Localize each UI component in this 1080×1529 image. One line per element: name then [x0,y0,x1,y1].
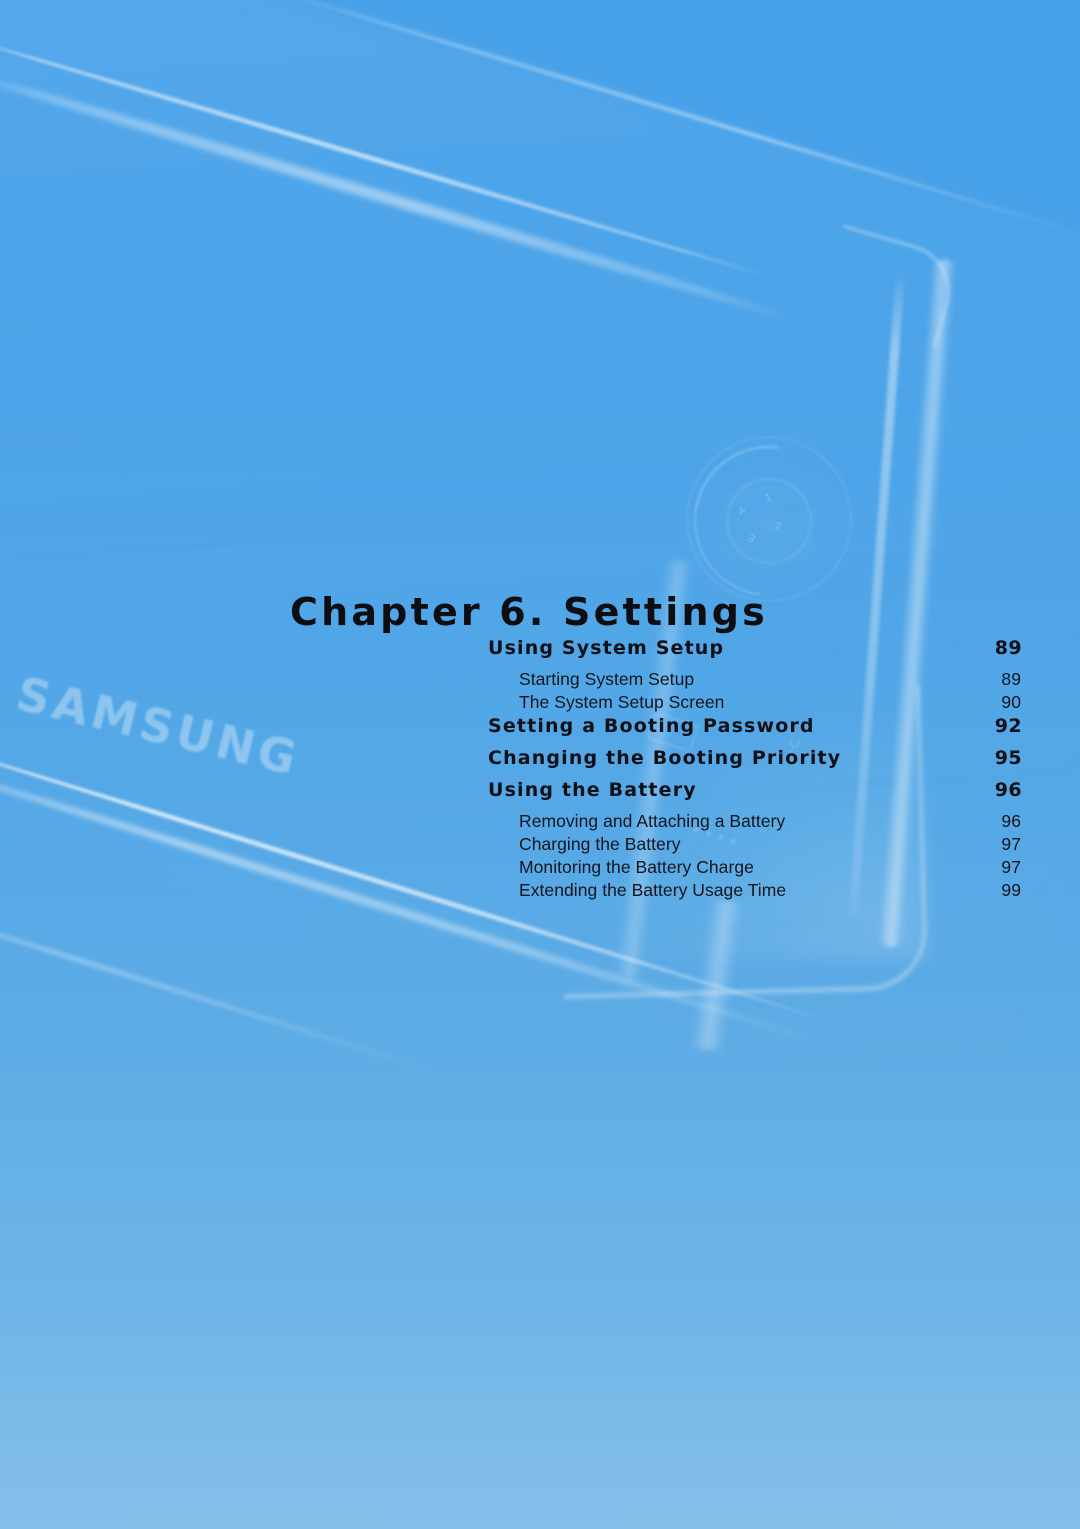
toc-entry-main[interactable]: Using System Setup 89 [488,637,1022,669]
ring-mark-2: 2 [773,520,783,534]
laptop-lid-secondary-edge [238,0,1080,242]
laptop-lid-edge-highlight [0,28,784,283]
toc-entry-sub[interactable]: Extending the Battery Usage Time 99 [488,880,1022,903]
toc-entry-sub[interactable]: Starting System Setup 89 [488,669,1022,692]
toc-entry-label: The System Setup Screen [519,692,725,712]
toc-entry-page-number: 99 [1001,880,1021,900]
toc-entry-page-number: 97 [1001,834,1021,854]
toc-entry-page-number: 89 [1001,669,1021,689]
laptop-body-panel [0,0,1080,1117]
speaker-ring-outer-icon [686,436,852,602]
laptop-lower-highlight-band [689,898,745,1052]
toc-entry-page-number: 96 [1001,811,1021,831]
toc-entry-label: Setting a Booting Password [488,715,815,737]
toc-entry-page-number: 92 [994,715,1022,737]
toc-entry-main[interactable]: Setting a Booting Password 92 [488,715,1022,747]
toc-entry-main[interactable]: Changing the Booting Priority 95 [488,747,1022,779]
speaker-ring-inner-icon [726,478,812,564]
toc-entry-page-number: 89 [994,637,1022,659]
ring-mark-1: 1 [763,491,773,505]
toc-entry-page-number: 90 [1001,692,1021,712]
toc-entry-label: Extending the Battery Usage Time [519,880,787,900]
toc-entry-label: Removing and Attaching a Battery [519,811,786,831]
samsung-watermark: SAMSUNG [11,666,306,787]
toc-entry-label: Monitoring the Battery Charge [519,857,754,877]
ring-mark-3: 3 [745,532,757,546]
toc-entry-sub[interactable]: The System Setup Screen 90 [488,692,1022,715]
toc-entry-page-number: 97 [1001,857,1021,877]
toc-entry-label: Charging the Battery [519,834,681,854]
toc-entry-label: Starting System Setup [519,669,695,689]
toc-entry-label: Changing the Booting Priority [488,747,842,769]
toc-entry-label: Using the Battery [488,779,697,801]
toc-entry-sub[interactable]: Charging the Battery 97 [488,834,1022,857]
toc-entry-page-number: 96 [994,779,1022,801]
laptop-base-lower-edge [0,905,445,1077]
toc-entry-sub[interactable]: Removing and Attaching a Battery 96 [488,811,1022,834]
ring-mark-4: 4 [735,504,749,518]
page-title: Chapter 6. Settings [290,590,768,635]
toc-entry-main[interactable]: Using the Battery 96 [488,779,1022,811]
toc-entry-sub[interactable]: Monitoring the Battery Charge 97 [488,857,1022,880]
toc-entry-label: Using System Setup [488,637,725,659]
toc-entry-page-number: 95 [994,747,1022,769]
laptop-lid-edge-glow [0,60,803,327]
table-of-contents: Using System Setup 89 Starting System Setu… [488,637,1022,903]
chapter-cover-page: 1 2 3 4 ⑂ SAMSUNG Chapter 6. Settings Us… [0,0,1080,1529]
laptop-top-right-corner [817,224,962,349]
